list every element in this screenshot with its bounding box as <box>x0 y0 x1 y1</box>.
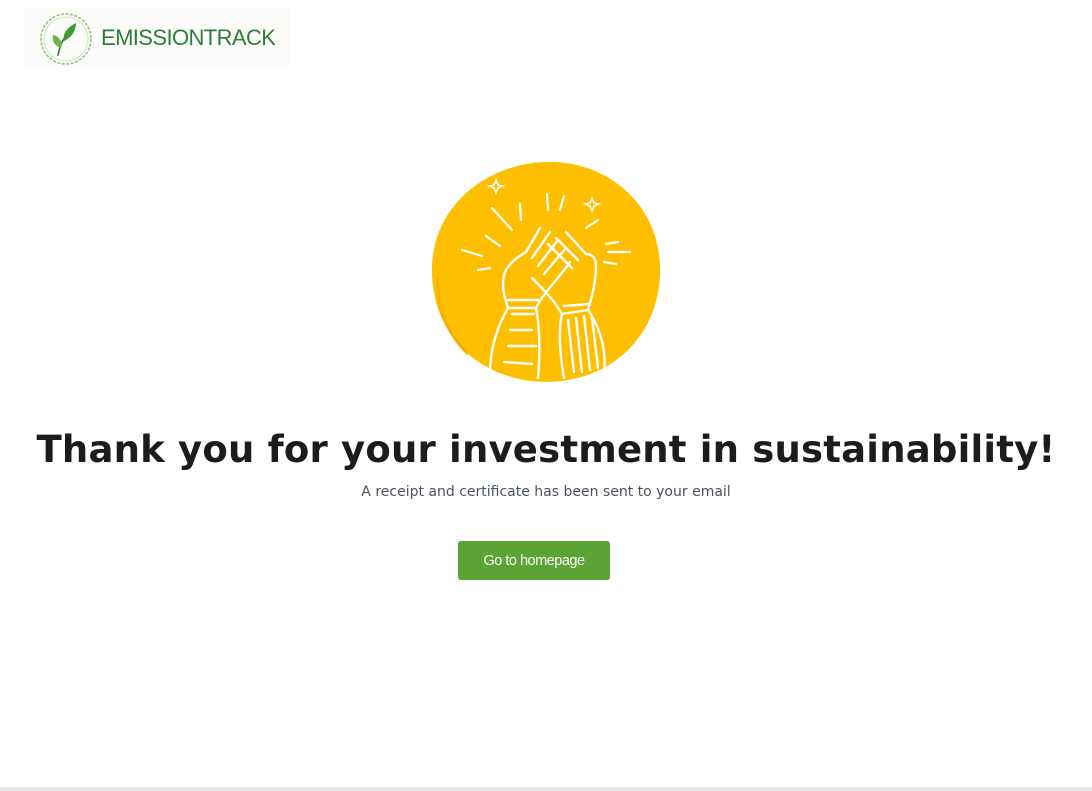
go-to-homepage-button[interactable]: Go to homepage <box>458 541 610 580</box>
high-five-icon <box>432 161 661 382</box>
brand-logo[interactable]: EMISSIONTRACK <box>24 8 290 70</box>
leaf-logo-icon <box>40 13 92 65</box>
footer-divider <box>0 787 1092 791</box>
page-title: Thank you for your investment in sustain… <box>36 428 1056 471</box>
logo-text: EMISSIONTRACK <box>101 25 276 50</box>
confirmation-message: A receipt and certificate has been sent … <box>361 484 731 500</box>
page: EMISSIONTRACK Thank you for your investm… <box>0 0 1092 791</box>
